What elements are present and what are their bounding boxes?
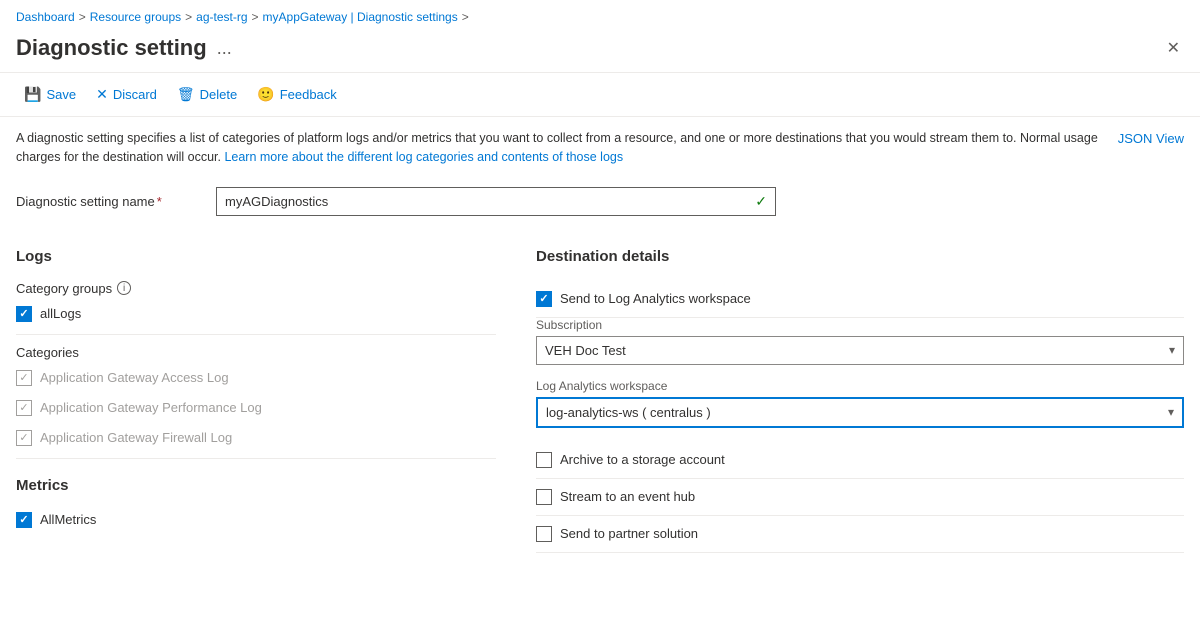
breadcrumb-dashboard[interactable]: Dashboard [16,10,75,24]
category-groups-label: Category groups i [16,281,504,296]
json-view-link[interactable]: JSON View [1118,129,1184,167]
categories-label: Categories [16,345,504,360]
subscription-field: Subscription VEH Doc Test ▾ [536,318,1184,365]
category-row-2: ✓ Application Gateway Firewall Log [16,428,504,448]
check-mark: ✓ [19,307,28,320]
learn-more-link[interactable]: Learn more about the different log categ… [224,150,623,164]
save-label: Save [46,87,76,102]
category-row-1: ✓ Application Gateway Performance Log [16,398,504,418]
name-field-input: myAGDiagnostics ✓ [216,187,776,216]
feedback-button[interactable]: 🙂 Feedback [249,81,345,108]
subscription-dropdown[interactable]: VEH Doc Test ▾ [536,336,1184,365]
partner-checkbox[interactable] [536,526,552,542]
form-section: Diagnostic setting name* myAGDiagnostics… [0,179,1200,248]
category-label-2[interactable]: Application Gateway Firewall Log [40,430,232,445]
breadcrumb: Dashboard > Resource groups > ag-test-rg… [0,0,1200,30]
category-checkbox-1[interactable]: ✓ [16,400,32,416]
required-indicator: * [157,194,162,209]
name-value: myAGDiagnostics [225,194,328,209]
partial-mark-2: ✓ [19,431,28,444]
allLogs-label[interactable]: allLogs [40,306,81,321]
allLogs-checkbox[interactable]: ✓ [16,306,32,322]
delete-label: Delete [200,87,238,102]
metrics-section: Metrics ✓ AllMetrics [16,469,504,530]
allMetrics-checkbox-row: ✓ AllMetrics [16,510,504,530]
log-analytics-row: ✓ Send to Log Analytics workspace [536,281,1184,318]
name-field-row: Diagnostic setting name* myAGDiagnostics… [16,187,1184,216]
category-row-0: ✓ Application Gateway Access Log [16,368,504,388]
log-analytics-check-mark: ✓ [539,292,548,305]
allMetrics-label[interactable]: AllMetrics [40,512,96,527]
breadcrumb-resource-groups[interactable]: Resource groups [90,10,181,24]
save-button[interactable]: 💾 Save [16,81,84,108]
event-hub-label[interactable]: Stream to an event hub [560,489,695,504]
workspace-label: Log Analytics workspace [536,379,1184,393]
save-icon: 💾 [24,86,41,103]
discard-button[interactable]: ✕ Discard [88,81,165,108]
logs-divider [16,334,496,335]
two-column-layout: Logs Category groups i ✓ allLogs Categor… [0,248,1200,553]
description-bar: A diagnostic setting specifies a list of… [0,117,1200,179]
log-analytics-checkbox[interactable]: ✓ [536,291,552,307]
discard-icon: ✕ [96,86,108,103]
partial-mark-0: ✓ [19,371,28,384]
storage-label[interactable]: Archive to a storage account [560,452,725,467]
name-field-label: Diagnostic setting name* [16,194,216,209]
partial-mark-1: ✓ [19,401,28,414]
workspace-field: Log Analytics workspace log-analytics-ws… [536,379,1184,428]
page-more-options[interactable]: ... [217,38,232,59]
feedback-icon: 🙂 [257,86,274,103]
logs-section-title: Logs [16,248,504,269]
name-text-input[interactable]: myAGDiagnostics ✓ [216,187,776,216]
category-label-1[interactable]: Application Gateway Performance Log [40,400,262,415]
valid-icon: ✓ [755,193,767,210]
category-checkbox-2[interactable]: ✓ [16,430,32,446]
allLogs-checkbox-row: ✓ allLogs [16,304,504,324]
category-checkbox-0[interactable]: ✓ [16,370,32,386]
partner-label[interactable]: Send to partner solution [560,526,698,541]
log-analytics-label[interactable]: Send to Log Analytics workspace [560,291,751,306]
discard-label: Discard [113,87,157,102]
categories-divider [16,458,496,459]
left-column: Logs Category groups i ✓ allLogs Categor… [16,248,536,553]
event-hub-row: Stream to an event hub [536,479,1184,516]
page-title: Diagnostic setting [16,35,207,61]
subscription-label: Subscription [536,318,1184,332]
metrics-section-title: Metrics [16,477,504,498]
workspace-arrow-icon: ▾ [1168,405,1174,419]
category-label-0[interactable]: Application Gateway Access Log [40,370,229,385]
workspace-value: log-analytics-ws ( centralus ) [546,405,711,420]
feedback-label: Feedback [280,87,337,102]
subscription-arrow-icon: ▾ [1169,343,1175,357]
workspace-dropdown[interactable]: log-analytics-ws ( centralus ) ▾ [536,397,1184,428]
right-column: Destination details ✓ Send to Log Analyt… [536,248,1184,553]
description-text: A diagnostic setting specifies a list of… [16,129,1110,167]
allMetrics-checkbox[interactable]: ✓ [16,512,32,528]
page-header: Diagnostic setting ... ✕ [0,30,1200,73]
breadcrumb-myappgateway[interactable]: myAppGateway | Diagnostic settings [263,10,458,24]
info-icon[interactable]: i [117,281,131,295]
destination-section-title: Destination details [536,248,1184,269]
delete-icon: 🗑 [177,86,195,103]
breadcrumb-ag-test-rg[interactable]: ag-test-rg [196,10,247,24]
event-hub-checkbox[interactable] [536,489,552,505]
allmetrics-check-mark: ✓ [19,513,28,526]
delete-button[interactable]: 🗑 Delete [169,81,245,108]
partner-row: Send to partner solution [536,516,1184,553]
toolbar: 💾 Save ✕ Discard 🗑 Delete 🙂 Feedback [0,73,1200,117]
storage-row: Archive to a storage account [536,442,1184,479]
close-button[interactable]: ✕ [1163,34,1184,62]
subscription-value: VEH Doc Test [545,343,626,358]
storage-checkbox[interactable] [536,452,552,468]
